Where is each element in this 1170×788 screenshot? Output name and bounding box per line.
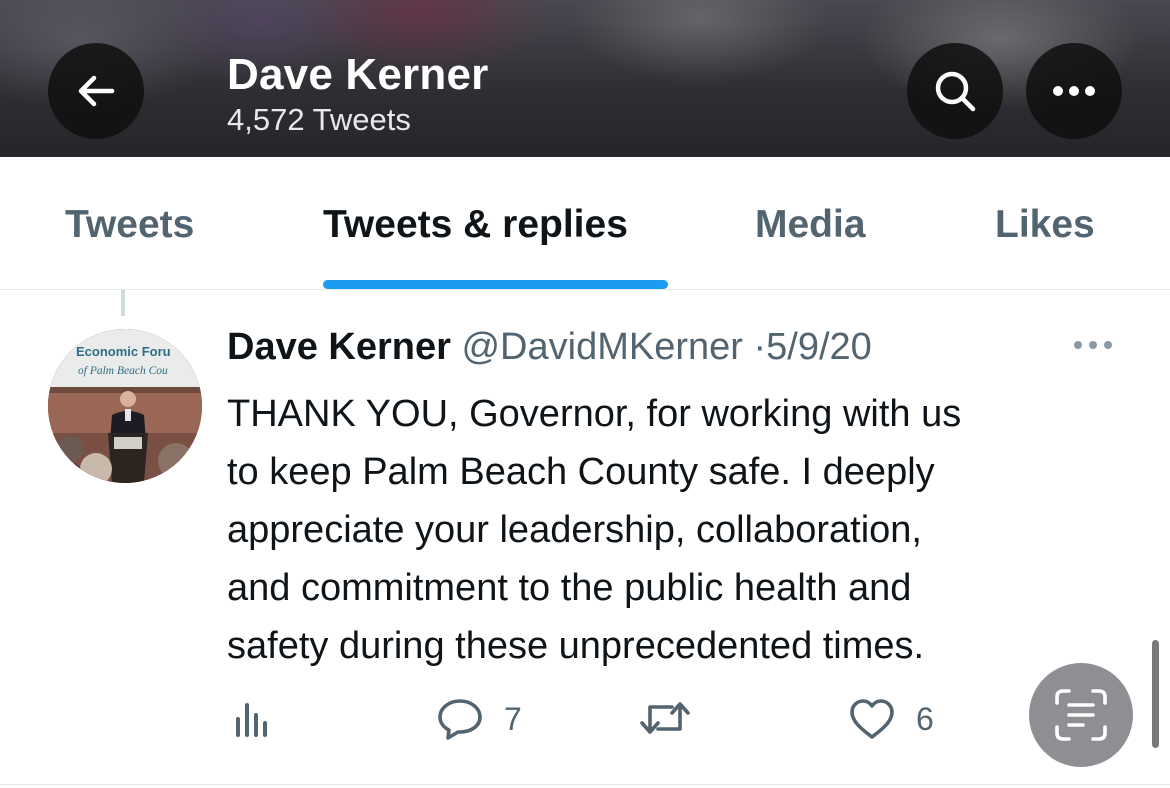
active-tab-indicator [323,280,668,289]
more-horizontal-icon [1074,341,1112,349]
tab-tweets[interactable]: Tweets [65,203,194,247]
avatar-photo: Economic Foru of Palm Beach Cou [48,329,202,483]
tab-media[interactable]: Media [755,203,866,247]
tweet-count: 4,572 Tweets [227,102,411,137]
avatar-sign-line1: Economic Foru [76,344,171,359]
like-button[interactable]: 6 [848,697,934,741]
avatar-sign-line2: of Palm Beach Cou [78,365,168,377]
divider [0,784,1170,785]
avatar[interactable]: Economic Foru of Palm Beach Cou [48,329,202,483]
scrollbar[interactable] [1152,640,1159,748]
tweet-handle[interactable]: @DavidMKerner [461,326,742,368]
live-text-scan-button[interactable] [1029,663,1133,767]
back-button[interactable] [48,43,144,139]
heart-icon [850,699,894,739]
retweet-button[interactable] [638,697,712,739]
tweet-date[interactable]: 5/9/20 [766,326,872,368]
tweet-author-name[interactable]: Dave Kerner [227,326,451,368]
tab-likes[interactable]: Likes [995,203,1095,247]
tweet-separator: · [753,326,767,368]
like-count: 6 [916,700,934,737]
tweet-text: THANK YOU, Governor, for working with us… [227,393,962,667]
arrow-left-icon [78,75,115,107]
more-horizontal-icon [1053,86,1095,96]
views-button[interactable] [232,697,274,739]
thread-connector-line [121,290,125,316]
reply-button[interactable]: 7 [436,697,522,741]
search-icon [935,71,976,112]
profile-header: Dave Kerner 4,572 Tweets [0,0,1170,157]
bar-chart-icon [236,703,267,737]
tweet-header: Dave Kerner @DavidMKerner ·5/9/20 [227,326,872,369]
reply-count: 7 [504,700,522,737]
search-button[interactable] [907,43,1003,139]
reply-bubble-icon [438,699,482,740]
retweet-icon [640,702,690,734]
tab-tweets-and-replies[interactable]: Tweets & replies [323,203,628,247]
profile-name: Dave Kerner [227,50,489,99]
tweet-more-button[interactable] [1072,338,1116,357]
more-options-button[interactable] [1026,43,1122,139]
text-scan-icon [1055,689,1107,741]
profile-tabs: Tweets Tweets & replies Media Likes [0,157,1170,290]
